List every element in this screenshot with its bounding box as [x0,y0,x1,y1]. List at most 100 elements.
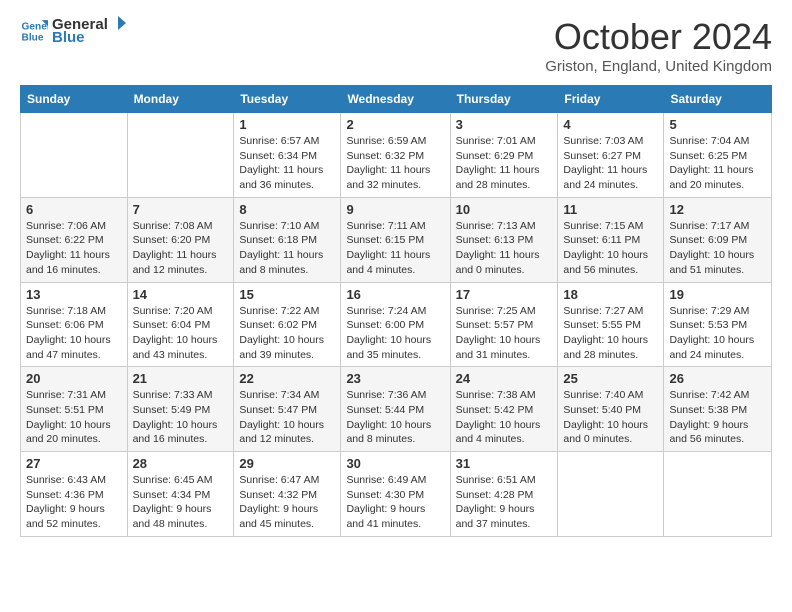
day-number: 16 [346,287,444,302]
sunrise-text: Sunrise: 7:29 AM [669,304,766,319]
day-cell: 7Sunrise: 7:08 AMSunset: 6:20 PMDaylight… [127,197,234,282]
day-detail: Sunrise: 7:10 AMSunset: 6:18 PMDaylight:… [239,219,335,278]
day-cell: 30 Sunrise: 6:49 AMSunset: 4:30 PMDayligh… [341,452,450,537]
daylight-text: Daylight: 9 hours and 37 minutes. [456,502,553,531]
sunset-text: Sunset: 6:11 PM [563,233,658,248]
day-number: 20 [26,371,122,386]
daylight-text: Daylight: 9 hours and 41 minutes. [346,502,444,531]
day-number: 19 [669,287,766,302]
sunset-text: Sunset: 6:15 PM [346,233,444,248]
day-detail: Sunrise: 6:59 AMSunset: 6:32 PMDaylight:… [346,134,444,193]
sunset-text: Sunset: 6:32 PM [346,149,444,164]
logo-blue: Blue [52,29,128,46]
header-friday: Friday [558,86,664,113]
daylight-text: Daylight: 11 hours and 8 minutes. [239,248,335,277]
day-number: 30 [346,456,444,471]
page-header: General Blue General Blue October 2024 G… [20,16,772,75]
daylight-text: Daylight: 11 hours and 4 minutes. [346,248,444,277]
day-detail: Sunrise: 6:45 AMSunset: 4:34 PMDaylight:… [133,473,229,532]
daylight-text: Daylight: 10 hours and 31 minutes. [456,333,553,362]
calendar-table: SundayMondayTuesdayWednesdayThursdayFrid… [20,85,772,537]
sunset-text: Sunset: 5:47 PM [239,403,335,418]
day-detail: Sunrise: 7:13 AMSunset: 6:13 PMDaylight:… [456,219,553,278]
day-cell: 16 Sunrise: 7:24 AMSunset: 6:00 PMDayligh… [341,282,450,367]
sunrise-text: Sunrise: 7:11 AM [346,219,444,234]
day-detail: Sunrise: 7:40 AMSunset: 5:40 PMDaylight:… [563,388,658,447]
day-detail: Sunrise: 6:51 AMSunset: 4:28 PMDaylight:… [456,473,553,532]
daylight-text: Daylight: 9 hours and 52 minutes. [26,502,122,531]
day-cell [21,113,128,198]
sunset-text: Sunset: 4:28 PM [456,488,553,503]
sunset-text: Sunset: 6:25 PM [669,149,766,164]
day-cell: 1Sunrise: 6:57 AMSunset: 6:34 PMDaylight… [234,113,341,198]
day-number: 8 [239,202,335,217]
logo-icon: General Blue [20,17,48,45]
daylight-text: Daylight: 11 hours and 16 minutes. [26,248,122,277]
day-number: 23 [346,371,444,386]
sunset-text: Sunset: 5:49 PM [133,403,229,418]
daylight-text: Daylight: 10 hours and 47 minutes. [26,333,122,362]
day-detail: Sunrise: 7:18 AMSunset: 6:06 PMDaylight:… [26,304,122,363]
sunrise-text: Sunrise: 7:25 AM [456,304,553,319]
day-cell: 27Sunrise: 6:43 AMSunset: 4:36 PMDayligh… [21,452,128,537]
day-cell [558,452,664,537]
sunrise-text: Sunrise: 7:10 AM [239,219,335,234]
sunrise-text: Sunrise: 7:24 AM [346,304,444,319]
day-number: 4 [563,117,658,132]
day-detail: Sunrise: 7:31 AMSunset: 5:51 PMDaylight:… [26,388,122,447]
sunset-text: Sunset: 5:55 PM [563,318,658,333]
sunset-text: Sunset: 4:30 PM [346,488,444,503]
week-row-2: 6Sunrise: 7:06 AMSunset: 6:22 PMDaylight… [21,197,772,282]
day-number: 17 [456,287,553,302]
day-cell: 4Sunrise: 7:03 AMSunset: 6:27 PMDaylight… [558,113,664,198]
week-row-4: 20 Sunrise: 7:31 AMSunset: 5:51 PMDayligh… [21,367,772,452]
day-detail: Sunrise: 6:49 AMSunset: 4:30 PMDaylight:… [346,473,444,532]
day-number: 27 [26,456,122,471]
week-row-1: 1Sunrise: 6:57 AMSunset: 6:34 PMDaylight… [21,113,772,198]
sunrise-text: Sunrise: 7:38 AM [456,388,553,403]
daylight-text: Daylight: 10 hours and 24 minutes. [669,333,766,362]
day-number: 12 [669,202,766,217]
day-detail: Sunrise: 7:25 AMSunset: 5:57 PMDaylight:… [456,304,553,363]
day-detail: Sunrise: 7:06 AMSunset: 6:22 PMDaylight:… [26,219,122,278]
location: Griston, England, United Kingdom [545,58,772,75]
header-wednesday: Wednesday [341,86,450,113]
day-number: 2 [346,117,444,132]
daylight-text: Daylight: 9 hours and 56 minutes. [669,418,766,447]
daylight-text: Daylight: 9 hours and 48 minutes. [133,502,229,531]
sunset-text: Sunset: 6:22 PM [26,233,122,248]
sunrise-text: Sunrise: 7:06 AM [26,219,122,234]
day-cell: 31Sunrise: 6:51 AMSunset: 4:28 PMDayligh… [450,452,558,537]
day-number: 29 [239,456,335,471]
sunrise-text: Sunrise: 6:47 AM [239,473,335,488]
sunrise-text: Sunrise: 7:33 AM [133,388,229,403]
sunset-text: Sunset: 6:09 PM [669,233,766,248]
daylight-text: Daylight: 11 hours and 24 minutes. [563,163,658,192]
sunrise-text: Sunrise: 6:59 AM [346,134,444,149]
sunrise-text: Sunrise: 7:40 AM [563,388,658,403]
day-cell: 11Sunrise: 7:15 AMSunset: 6:11 PMDayligh… [558,197,664,282]
sunrise-text: Sunrise: 6:57 AM [239,134,335,149]
day-detail: Sunrise: 7:22 AMSunset: 6:02 PMDaylight:… [239,304,335,363]
header-monday: Monday [127,86,234,113]
day-number: 24 [456,371,553,386]
daylight-text: Daylight: 11 hours and 0 minutes. [456,248,553,277]
title-area: October 2024 Griston, England, United Ki… [545,16,772,75]
day-detail: Sunrise: 7:24 AMSunset: 6:00 PMDaylight:… [346,304,444,363]
day-cell: 20 Sunrise: 7:31 AMSunset: 5:51 PMDayligh… [21,367,128,452]
day-number: 28 [133,456,229,471]
sunrise-text: Sunrise: 7:13 AM [456,219,553,234]
daylight-text: Daylight: 11 hours and 12 minutes. [133,248,229,277]
day-cell: 26Sunrise: 7:42 AMSunset: 5:38 PMDayligh… [664,367,772,452]
day-cell: 22Sunrise: 7:34 AMSunset: 5:47 PMDayligh… [234,367,341,452]
day-detail: Sunrise: 7:27 AMSunset: 5:55 PMDaylight:… [563,304,658,363]
daylight-text: Daylight: 10 hours and 0 minutes. [563,418,658,447]
day-cell: 17 Sunrise: 7:25 AMSunset: 5:57 PMDayligh… [450,282,558,367]
day-number: 25 [563,371,658,386]
sunrise-text: Sunrise: 7:36 AM [346,388,444,403]
daylight-text: Daylight: 10 hours and 4 minutes. [456,418,553,447]
day-cell: 8 Sunrise: 7:10 AMSunset: 6:18 PMDaylight… [234,197,341,282]
day-number: 22 [239,371,335,386]
day-cell: 28 Sunrise: 6:45 AMSunset: 4:34 PMDayligh… [127,452,234,537]
day-cell: 2 Sunrise: 6:59 AMSunset: 6:32 PMDaylight… [341,113,450,198]
